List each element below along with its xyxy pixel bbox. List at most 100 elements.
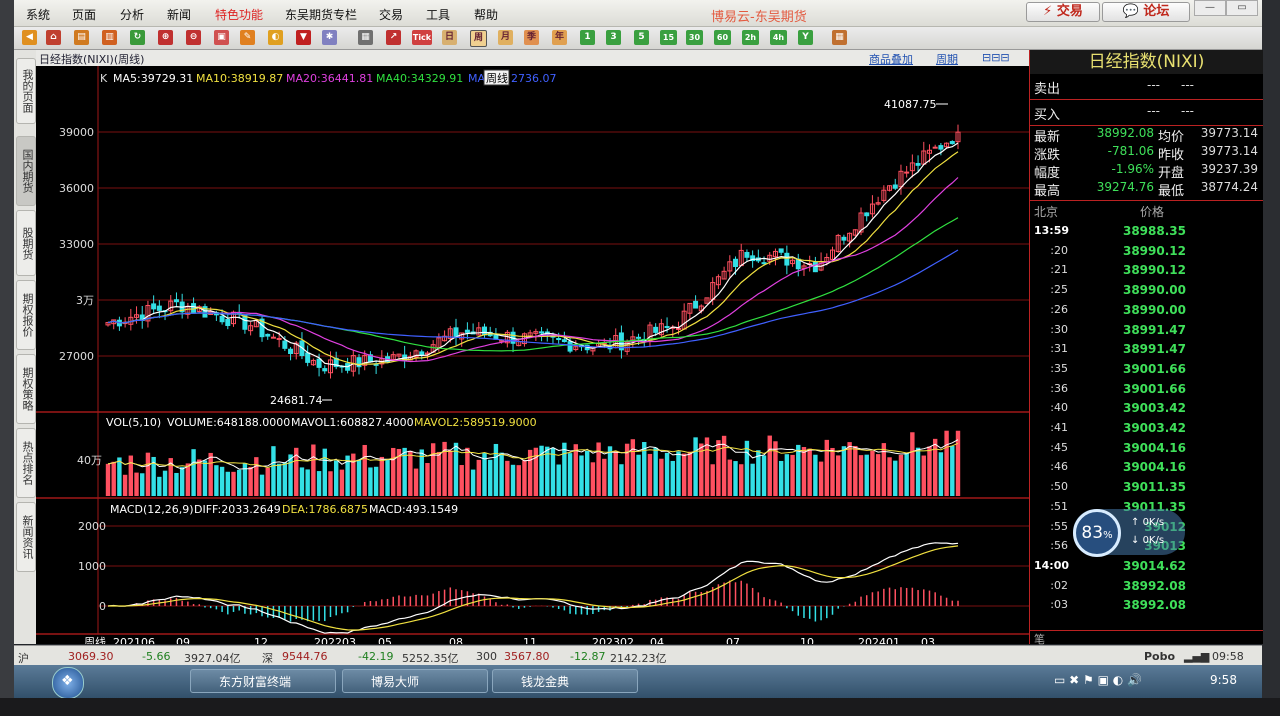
candle-body — [265, 333, 271, 337]
side-tab-options-strategy[interactable]: 期权策略 — [16, 354, 36, 424]
memory-usage-circle[interactable]: 83% — [1073, 509, 1121, 557]
side-tab-hot-ranking[interactable]: 热点排名 — [16, 428, 36, 498]
menu-system[interactable]: 系统 — [26, 6, 50, 23]
overlay-link[interactable]: 商品叠加 — [869, 51, 913, 67]
table-icon[interactable]: ▦ — [358, 30, 373, 45]
ma-legend-item: MA40:34329.91 — [376, 72, 463, 85]
chart-area[interactable]: 日经指数(NIXI)(周线) 商品叠加 周期 ⊟⊟⊟ 39000 36000 330… — [36, 50, 1029, 644]
ma-legend-item: K — [100, 72, 108, 85]
zoom-out-icon[interactable]: ⊖ — [186, 30, 201, 45]
volume-bar — [659, 458, 664, 496]
volume-bar — [179, 467, 185, 496]
volume-bar — [915, 447, 921, 496]
status-sh-index: 3069.30 — [68, 650, 114, 663]
period-link[interactable]: 周期 — [936, 51, 958, 67]
candle-body — [812, 261, 818, 273]
kline-chart[interactable]: 3900036000330003万2700041087.7524681.74K M… — [36, 66, 1029, 644]
menu-news[interactable]: 新闻 — [167, 6, 191, 23]
layout-icons[interactable]: ⊟⊟⊟ — [982, 51, 1010, 64]
book-icon[interactable]: ▤ — [74, 30, 89, 45]
period-30min-button[interactable]: 30 — [686, 30, 703, 45]
volume-bar — [185, 463, 191, 496]
paint-icon[interactable]: ◐ — [268, 30, 283, 45]
side-tab-stock-futures[interactable]: 股期货 — [16, 210, 36, 276]
period-day-button[interactable]: 日 — [442, 30, 457, 45]
taskbar-clock: 9:58 — [1210, 673, 1237, 687]
download-speed: ↓ 0K/s — [1131, 535, 1165, 546]
chart-title: 日经指数(NIXI)(周线) — [39, 53, 145, 66]
side-tab-my-page[interactable]: 我的页面 — [16, 58, 36, 124]
price-tick-label: 33000 — [59, 238, 94, 251]
settings-icon[interactable]: ✱ — [322, 30, 337, 45]
back-icon[interactable]: ◀ — [22, 30, 37, 45]
taskbar-app-boyi[interactable]: 博易大师 — [342, 669, 488, 693]
candle-body — [151, 303, 157, 310]
folder-icon[interactable]: ▥ — [102, 30, 117, 45]
tick-time: :56 — [1050, 539, 1068, 553]
forum-button[interactable]: 💬 论坛 — [1102, 2, 1190, 22]
menu-trade[interactable]: 交易 — [379, 6, 403, 23]
refresh-icon[interactable]: ↻ — [130, 30, 145, 45]
line-chart-icon[interactable]: ↗ — [386, 30, 401, 45]
status-sz-label: 深 — [262, 652, 273, 665]
status-300-volume: 2142.23亿 — [610, 652, 667, 665]
volume-bar — [727, 459, 733, 496]
volume-bar — [174, 472, 179, 496]
home-icon[interactable]: ⌂ — [46, 30, 61, 45]
volume-bar — [265, 467, 270, 496]
x-tick-label: 202106 — [113, 636, 155, 644]
volume-bar — [499, 452, 504, 496]
macd-legend-macd: MACD:493.1549 — [369, 503, 458, 516]
zoom-in-icon[interactable]: ⊕ — [158, 30, 173, 45]
tick-button[interactable]: Tick — [412, 30, 432, 45]
filter-icon[interactable]: ▼ — [296, 30, 311, 45]
restore-button[interactable]: ▭ — [1226, 0, 1258, 16]
volume-bar — [864, 454, 869, 496]
pen-icon[interactable]: ✎ — [240, 30, 255, 45]
period-month-button[interactable]: 月 — [498, 30, 513, 45]
volume-bar — [157, 476, 162, 496]
taskbar-app-qianlong[interactable]: 钱龙金典 — [492, 669, 638, 693]
period-2h-button[interactable]: 2h — [742, 30, 759, 45]
menu-help[interactable]: 帮助 — [474, 6, 498, 23]
menu-dongwu-column[interactable]: 东吴期货专栏 — [285, 6, 357, 23]
period-quarter-button[interactable]: 季 — [524, 30, 539, 45]
quote-label: 最高 — [1034, 184, 1061, 199]
side-tab-domestic-futures[interactable]: 国内期货 — [16, 136, 36, 206]
volume-bar — [271, 446, 276, 496]
period-5min-button[interactable]: 5 — [634, 30, 649, 45]
volume-bar — [259, 474, 265, 496]
period-60min-button[interactable]: 60 — [714, 30, 731, 45]
period-custom-button[interactable]: Y — [798, 30, 813, 45]
volume-bar — [122, 474, 128, 496]
period-1min-button[interactable]: 1 — [580, 30, 595, 45]
menu-analysis[interactable]: 分析 — [120, 6, 144, 23]
period-4h-button[interactable]: 4h — [770, 30, 787, 45]
calendar-icon[interactable]: ▦ — [832, 30, 847, 45]
volume-bar — [231, 471, 236, 496]
menu-page[interactable]: 页面 — [72, 6, 96, 23]
menu-special-features[interactable]: 特色功能 — [215, 6, 263, 23]
side-tab-news[interactable]: 新闻资讯 — [16, 502, 36, 572]
side-tab-options-quote[interactable]: 期权报价 — [16, 280, 36, 350]
tick-time: :20 — [1050, 243, 1068, 257]
volume-bar — [613, 451, 618, 496]
volume-bar — [784, 454, 790, 496]
window-icon[interactable]: ▣ — [214, 30, 229, 45]
upload-speed: ↑ 0K/s — [1131, 517, 1165, 528]
start-button[interactable]: ❖ — [52, 667, 84, 699]
period-15min-button[interactable]: 15 — [660, 30, 677, 45]
period-year-button[interactable]: 年 — [552, 30, 567, 45]
menu-tools[interactable]: 工具 — [426, 6, 450, 23]
volume-bar — [356, 459, 362, 496]
candle-body — [675, 327, 681, 330]
trade-button[interactable]: ⚡ 交易 — [1026, 2, 1100, 22]
minimize-button[interactable]: — — [1194, 0, 1226, 16]
monitor-bezel-right — [1262, 0, 1280, 716]
period-3min-button[interactable]: 3 — [606, 30, 621, 45]
period-week-button[interactable]: 周 — [470, 30, 487, 47]
tick-price: 38991.47 — [1122, 322, 1186, 337]
tray-icons[interactable]: ▭ ✖ ⚑ ▣ ◐ 🔊 — [1054, 673, 1142, 687]
monitor-bezel-left — [0, 0, 14, 716]
taskbar-app-eastmoney[interactable]: 东方财富终端 — [190, 669, 336, 693]
